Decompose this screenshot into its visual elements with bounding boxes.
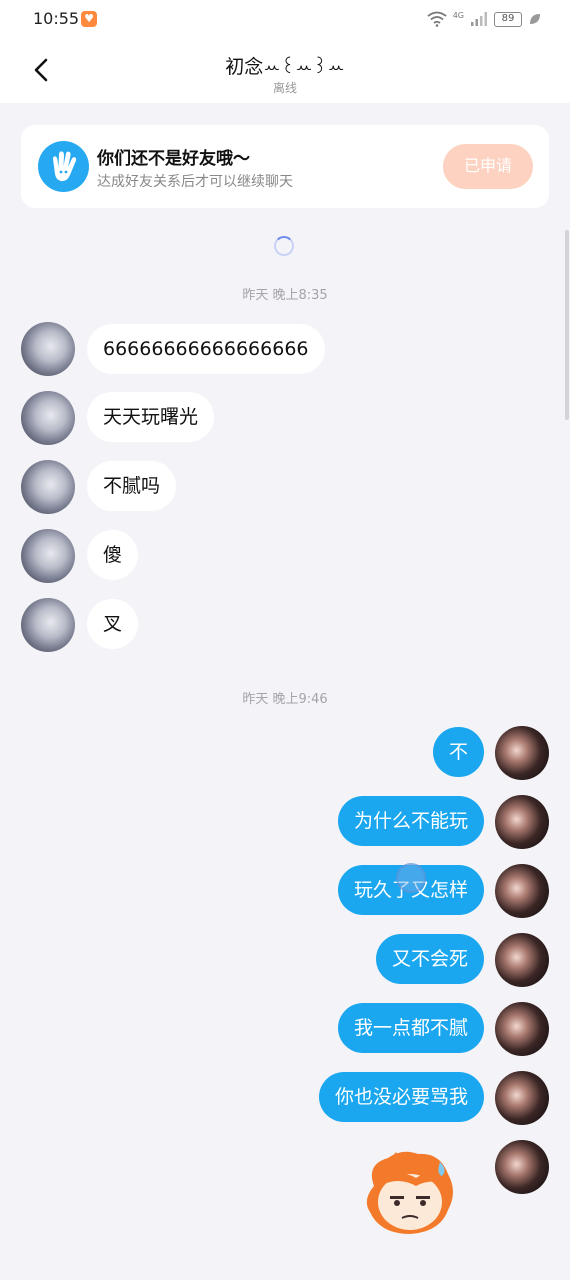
status-time: 10:55 xyxy=(33,9,80,28)
network-type-label: 4G xyxy=(452,10,464,20)
my-avatar[interactable] xyxy=(495,933,549,987)
received-message-bubble[interactable]: 叉 xyxy=(87,599,139,649)
sent-message-bubble[interactable]: 为什么不能玩 xyxy=(337,796,484,846)
contact-avatar[interactable] xyxy=(21,598,75,652)
scrollbar[interactable] xyxy=(565,230,569,420)
message-timestamp: 昨天 晚上9:46 xyxy=(242,692,328,707)
received-message-bubble[interactable]: 傻 xyxy=(87,530,139,580)
applied-button[interactable]: 已申请 xyxy=(443,144,533,189)
sent-message-bubble[interactable]: 你也没必要骂我 xyxy=(318,1072,484,1122)
sent-message-bubble[interactable]: 不 xyxy=(432,727,484,777)
banner-subtitle: 达成好友关系后才可以继续聊天 xyxy=(97,174,293,190)
contact-avatar[interactable] xyxy=(21,529,75,583)
battery-icon: 89 xyxy=(494,11,522,27)
contact-avatar[interactable] xyxy=(21,391,75,445)
status-indicators: 4G 89 xyxy=(427,9,542,29)
my-avatar[interactable] xyxy=(495,864,549,918)
my-avatar[interactable] xyxy=(495,726,549,780)
touch-indicator xyxy=(396,863,426,893)
hand-wave-icon xyxy=(38,141,89,192)
loading-spinner-icon xyxy=(274,236,294,256)
leaf-icon xyxy=(530,14,540,24)
banner-title: 你们还不是好友哦～ xyxy=(97,149,250,169)
sent-message-bubble[interactable]: 又不会死 xyxy=(375,934,484,984)
signal-icon xyxy=(471,12,487,26)
message-timestamp: 昨天 晚上8:35 xyxy=(242,288,328,303)
sticker-message[interactable] xyxy=(356,1146,464,1242)
my-avatar[interactable] xyxy=(495,1002,549,1056)
contact-avatar[interactable] xyxy=(21,322,75,376)
my-avatar[interactable] xyxy=(495,795,549,849)
sent-message-bubble[interactable]: 我一点都不腻 xyxy=(337,1003,484,1053)
my-avatar[interactable] xyxy=(495,1071,549,1125)
received-message-bubble[interactable]: 不腻吗 xyxy=(87,461,177,511)
chat-header: 初念ꕀ꒰ꕀ꒱ꕀ 离线 xyxy=(0,40,570,103)
annoyed-face-sticker-icon xyxy=(366,1151,453,1234)
notification-app-icon: ♥ xyxy=(81,11,97,27)
contact-avatar[interactable] xyxy=(21,460,75,514)
friend-request-banner: 你们还不是好友哦～ 达成好友关系后才可以继续聊天 已申请 xyxy=(21,125,549,208)
received-message-bubble[interactable]: 天天玩曙光 xyxy=(87,392,215,442)
status-bar: 10:55 ♥ 4G 89 xyxy=(0,0,570,40)
contact-name[interactable]: 初念ꕀ꒰ꕀ꒱ꕀ xyxy=(0,52,570,79)
wifi-icon xyxy=(427,11,447,27)
contact-online-status: 离线 xyxy=(272,81,297,95)
received-message-bubble[interactable]: 66666666666666666 xyxy=(87,324,325,374)
my-avatar[interactable] xyxy=(495,1140,549,1194)
